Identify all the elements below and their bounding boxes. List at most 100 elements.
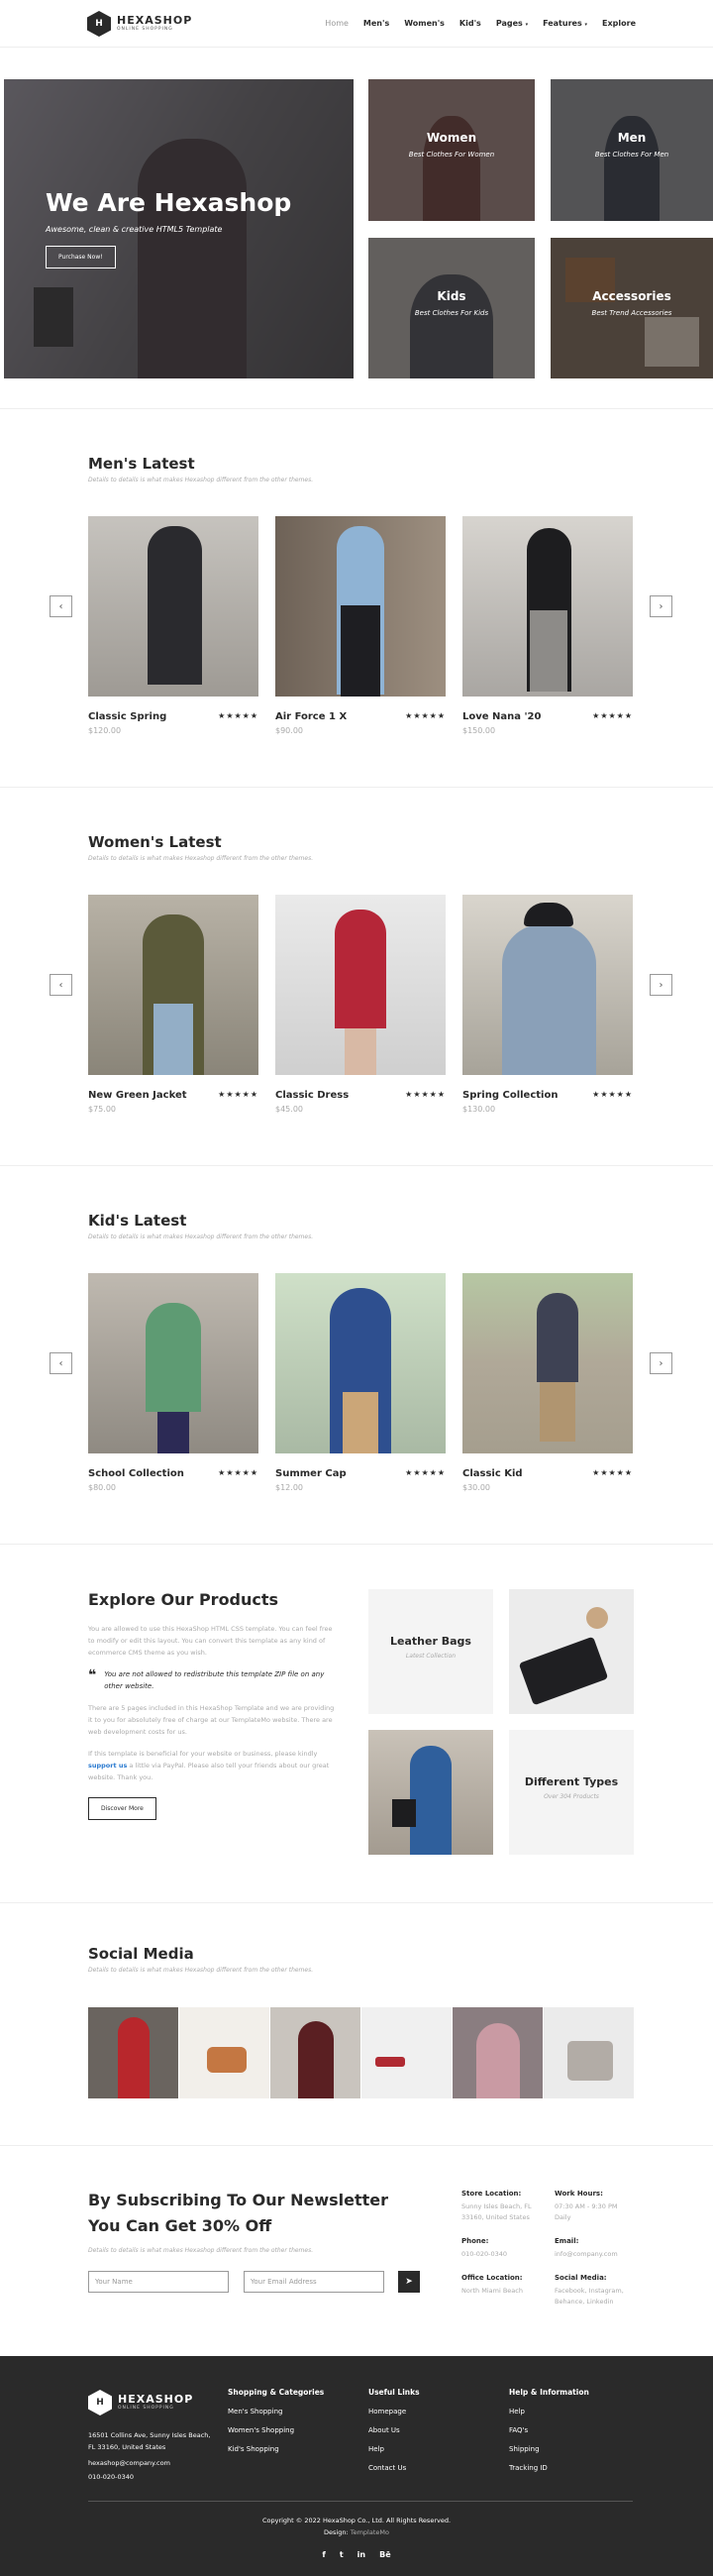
category-women[interactable]: Women Best Clothes For Women bbox=[368, 79, 535, 221]
footer-link[interactable]: Tracking ID bbox=[509, 2464, 589, 2472]
templatemo-link[interactable]: TemplateMo bbox=[351, 2528, 389, 2536]
product-image bbox=[275, 516, 446, 697]
footer-link[interactable]: Homepage bbox=[368, 2408, 420, 2415]
rating-stars-icon: ★★★★★ bbox=[592, 711, 633, 720]
nav-mens[interactable]: Men's bbox=[363, 19, 389, 28]
product-card[interactable]: Classic Spring $120.00 ★★★★★ bbox=[88, 516, 258, 735]
carousel-next-button[interactable]: › bbox=[650, 1352, 672, 1374]
footer-col-shopping: Shopping & Categories Men's Shopping Wom… bbox=[228, 2388, 325, 2453]
chevron-down-icon: ▾ bbox=[525, 22, 529, 28]
footer-link[interactable]: Shipping bbox=[509, 2445, 589, 2453]
footer-divider bbox=[88, 2501, 633, 2502]
nav-pages[interactable]: Pages ▾ bbox=[496, 19, 528, 28]
box-subtitle: Latest Collection bbox=[405, 1653, 457, 1660]
product-card[interactable]: Love Nana '20 $150.00 ★★★★★ bbox=[462, 516, 633, 735]
rating-stars-icon: ★★★★★ bbox=[405, 711, 446, 720]
product-image bbox=[462, 895, 633, 1075]
product-image bbox=[462, 1273, 633, 1453]
product-card[interactable]: Air Force 1 X $90.00 ★★★★★ bbox=[275, 516, 446, 735]
kids-latest-section: Kid's Latest Details to details is what … bbox=[0, 1165, 713, 1542]
purchase-now-button[interactable]: Purchase Now! bbox=[46, 246, 116, 268]
footer-link[interactable]: About Us bbox=[368, 2426, 420, 2434]
nav-kids[interactable]: Kid's bbox=[459, 19, 481, 28]
behance-icon[interactable]: Bē bbox=[379, 2550, 391, 2559]
logo-hexagon-icon: H bbox=[87, 11, 111, 37]
logo[interactable]: H HEXASHOP ONLINE SHOPPING bbox=[87, 11, 192, 37]
facebook-icon[interactable]: f bbox=[322, 2550, 325, 2559]
footer-link[interactable]: Help bbox=[509, 2408, 589, 2415]
box-subtitle: Over 304 Products bbox=[544, 1793, 599, 1800]
product-price: $120.00 bbox=[88, 726, 122, 735]
rating-stars-icon: ★★★★★ bbox=[218, 711, 258, 720]
footer-social: f t in Bē bbox=[0, 2550, 713, 2559]
social-media-section: Social Media Details to details is what … bbox=[0, 1902, 713, 2143]
nav-explore[interactable]: Explore bbox=[602, 19, 636, 28]
rating-stars-icon: ★★★★★ bbox=[592, 1468, 633, 1477]
footer-link[interactable]: Women's Shopping bbox=[228, 2426, 324, 2434]
hero-banner: We Are Hexashop Awesome, clean & creativ… bbox=[4, 79, 354, 378]
category-kids[interactable]: Kids Best Clothes For Kids bbox=[368, 238, 535, 378]
support-link[interactable]: support us bbox=[88, 1762, 127, 1770]
footer: H HEXASHOP ONLINE SHOPPING 16501 Collins… bbox=[0, 2356, 713, 2576]
copyright: Copyright © 2022 HexaShop Co., Ltd. All … bbox=[261, 2517, 452, 2524]
instagram-post[interactable] bbox=[361, 2007, 452, 2098]
product-card[interactable]: Classic Dress $45.00 ★★★★★ bbox=[275, 895, 446, 1114]
quote-icon: ❝ bbox=[88, 1667, 97, 1683]
category-title: Women bbox=[426, 131, 477, 145]
instagram-post[interactable] bbox=[179, 2007, 269, 2098]
carousel-prev-button[interactable]: ‹ bbox=[50, 974, 72, 996]
rating-stars-icon: ★★★★★ bbox=[405, 1468, 446, 1477]
email-input[interactable]: Your Email Address bbox=[244, 2271, 384, 2293]
send-icon: ➤ bbox=[405, 2277, 413, 2287]
instagram-post[interactable] bbox=[270, 2007, 360, 2098]
carousel-next-button[interactable]: › bbox=[650, 595, 672, 617]
product-price: $80.00 bbox=[88, 1483, 116, 1492]
product-price: $130.00 bbox=[462, 1105, 496, 1114]
category-title: Accessories bbox=[592, 289, 671, 303]
product-price: $90.00 bbox=[275, 726, 303, 735]
explore-paragraph: There are 5 pages included in this HexaS… bbox=[88, 1704, 335, 1736]
twitter-icon[interactable]: t bbox=[340, 2550, 344, 2559]
carousel-prev-button[interactable]: ‹ bbox=[50, 595, 72, 617]
product-image bbox=[275, 1273, 446, 1453]
instagram-post[interactable] bbox=[544, 2007, 634, 2098]
nav-womens[interactable]: Women's bbox=[404, 19, 445, 28]
category-title: Men bbox=[617, 131, 647, 145]
nav-features[interactable]: Features ▾ bbox=[543, 19, 587, 28]
carousel-next-button[interactable]: › bbox=[650, 974, 672, 996]
footer-link[interactable]: Help bbox=[368, 2445, 420, 2453]
product-price: $30.00 bbox=[462, 1483, 490, 1492]
nav-home[interactable]: Home bbox=[325, 19, 349, 28]
name-input[interactable]: Your Name bbox=[88, 2271, 229, 2293]
carousel-prev-button[interactable]: ‹ bbox=[50, 1352, 72, 1374]
category-accessories[interactable]: Accessories Best Trend Accessories bbox=[551, 238, 713, 378]
leather-bags-box[interactable]: Leather Bags Latest Collection bbox=[368, 1589, 493, 1714]
send-button[interactable]: ➤ bbox=[398, 2271, 420, 2293]
product-card[interactable]: Summer Cap $12.00 ★★★★★ bbox=[275, 1273, 446, 1492]
newsletter-section: By Subscribing To Our Newsletter You Can… bbox=[0, 2145, 713, 2356]
footer-link[interactable]: Men's Shopping bbox=[228, 2408, 324, 2415]
discover-more-button[interactable]: Discover More bbox=[88, 1797, 156, 1820]
product-image bbox=[88, 516, 258, 697]
explore-section: Explore Our Products You are allowed to … bbox=[0, 1544, 713, 1900]
product-card[interactable]: Classic Kid $30.00 ★★★★★ bbox=[462, 1273, 633, 1492]
footer-email[interactable]: hexashop@company.com bbox=[88, 2459, 217, 2467]
footer-link[interactable]: Kid's Shopping bbox=[228, 2445, 324, 2453]
footer-link[interactable]: Contact Us bbox=[368, 2464, 420, 2472]
footer-link[interactable]: FAQ's bbox=[509, 2426, 589, 2434]
mens-latest-section: Men's Latest Details to details is what … bbox=[0, 408, 713, 785]
instagram-post[interactable] bbox=[453, 2007, 543, 2098]
contact-info: Work Hours: 07:30 AM - 9:30 PM Daily Ema… bbox=[555, 2190, 624, 2306]
product-image bbox=[462, 516, 633, 697]
product-card[interactable]: Spring Collection $130.00 ★★★★★ bbox=[462, 895, 633, 1114]
product-card[interactable]: School Collection $80.00 ★★★★★ bbox=[88, 1273, 258, 1492]
different-types-box[interactable]: Different Types Over 304 Products bbox=[509, 1730, 634, 1855]
category-title: Kids bbox=[437, 289, 466, 303]
section-title: Men's Latest bbox=[88, 455, 195, 473]
linkedin-icon[interactable]: in bbox=[357, 2550, 365, 2559]
product-card[interactable]: New Green Jacket $75.00 ★★★★★ bbox=[88, 895, 258, 1114]
category-men[interactable]: Men Best Clothes For Men bbox=[551, 79, 713, 221]
instagram-post[interactable] bbox=[88, 2007, 178, 2098]
product-image bbox=[88, 1273, 258, 1453]
footer-logo[interactable]: H HEXASHOP ONLINE SHOPPING bbox=[88, 2390, 217, 2415]
